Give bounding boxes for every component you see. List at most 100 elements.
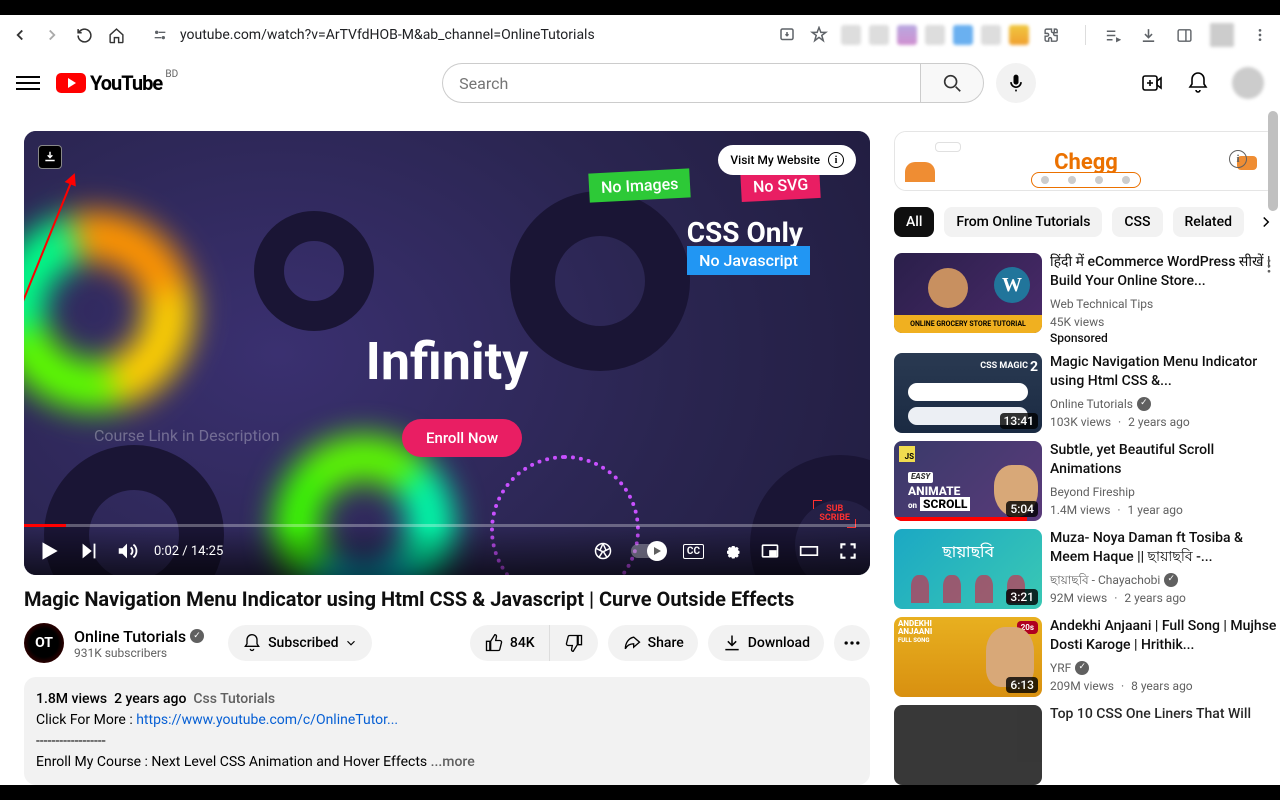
account-avatar[interactable] — [1232, 67, 1264, 99]
volume-button[interactable] — [116, 540, 138, 562]
site-settings-icon[interactable] — [150, 25, 170, 45]
extensions-icon[interactable] — [1041, 25, 1061, 45]
sidepanel-icon[interactable] — [1174, 25, 1194, 45]
video-thumbnail[interactable]: ছায়াছবি 3:21 — [894, 529, 1042, 609]
extension-icon[interactable] — [1009, 25, 1029, 45]
aperture-icon[interactable] — [593, 541, 613, 561]
share-button[interactable]: Share — [608, 625, 698, 661]
channel-avatar[interactable]: OT — [24, 623, 64, 663]
captions-button[interactable]: CC — [683, 544, 704, 559]
more-actions-button[interactable] — [834, 625, 870, 661]
related-channel: YRF✓ — [1050, 659, 1278, 677]
related-video[interactable]: JS EASYANIMATEon SCROLL 5:04 Subtle, yet… — [894, 441, 1278, 521]
extension-icon[interactable] — [925, 25, 945, 45]
extension-icon[interactable] — [869, 25, 889, 45]
youtube-logo[interactable]: YouTube BD — [56, 71, 162, 95]
create-icon[interactable] — [1140, 71, 1164, 95]
extension-icon[interactable] — [981, 25, 1001, 45]
related-title: हिंदी में eCommerce WordPress सीखें | Bu… — [1050, 253, 1278, 291]
search-input[interactable] — [442, 63, 920, 103]
profile-avatar[interactable] — [1210, 23, 1234, 47]
extension-icon[interactable] — [953, 25, 973, 45]
progress-bar[interactable] — [24, 524, 870, 527]
theater-button[interactable] — [798, 541, 820, 561]
overlay-title: Infinity — [366, 331, 529, 392]
thumbs-down-icon — [564, 633, 584, 653]
autoplay-toggle[interactable] — [631, 544, 665, 558]
like-button[interactable]: 84K — [470, 625, 550, 661]
yt-header: YouTube BD — [0, 55, 1280, 111]
related-title: Magic Navigation Menu Indicator using Ht… — [1050, 353, 1278, 391]
related-title: Andekhi Anjaani | Full Song | Mujhse Dos… — [1050, 617, 1278, 655]
download-button[interactable]: Download — [708, 625, 824, 661]
verified-icon: ✓ — [1137, 397, 1151, 411]
subscribed-button[interactable]: Subscribed — [228, 625, 372, 661]
related-channel: Web Technical Tips — [1050, 295, 1278, 313]
share-icon — [622, 633, 642, 653]
video-thumbnail[interactable]: W ONLINE GROCERY STORE TUTORIAL — [894, 253, 1042, 333]
video-thumbnail[interactable]: JS EASYANIMATEon SCROLL 5:04 — [894, 441, 1042, 521]
miniplayer-button[interactable] — [760, 541, 780, 561]
extension-icon[interactable] — [841, 25, 861, 45]
extensions — [841, 25, 1029, 45]
channel-name[interactable]: Online Tutorials✓ — [74, 627, 204, 646]
related-video[interactable]: ছায়াছবি 3:21 Muza- Noya Daman ft Tosiba… — [894, 529, 1278, 609]
scrollbar[interactable] — [1266, 111, 1280, 785]
url-bar[interactable]: youtube.com/watch?v=ArTVfdHOB-M&ab_chann… — [138, 20, 728, 50]
downloads-icon[interactable] — [1138, 25, 1158, 45]
video-thumbnail[interactable] — [894, 705, 1042, 785]
show-more[interactable]: ...more — [431, 754, 475, 770]
subscriber-count: 931K subscribers — [74, 646, 204, 660]
next-button[interactable] — [78, 540, 100, 562]
video-player[interactable]: Infinity Course Link in Description Enro… — [24, 131, 870, 575]
video-thumbnail[interactable]: ANDEKHIANJAANIFULL SONG 20s 6:13 — [894, 617, 1042, 697]
download-overlay-icon[interactable] — [38, 145, 62, 169]
voice-search-button[interactable] — [996, 63, 1036, 103]
dislike-button[interactable] — [550, 625, 598, 661]
verified-icon: ✓ — [1075, 661, 1089, 675]
search-button[interactable] — [920, 63, 984, 103]
chip-related[interactable]: Related — [1173, 207, 1244, 237]
overlay-subscribe-badge: SUBSCRIBE — [819, 505, 850, 523]
description-box[interactable]: 1.8M views 2 years ago Css Tutorials Cli… — [24, 677, 870, 785]
forward-button[interactable] — [42, 25, 62, 45]
menu-icon[interactable] — [1250, 25, 1270, 45]
media-icon[interactable] — [1102, 25, 1122, 45]
notifications-icon[interactable] — [1186, 71, 1210, 95]
bookmark-icon[interactable] — [809, 25, 829, 45]
sponsor-ad-box[interactable]: Chegg i Chegg Chegg Study Sponsored · ch… — [894, 131, 1278, 191]
description-link[interactable]: https://www.youtube.com/c/OnlineTutor... — [136, 712, 398, 728]
related-video[interactable]: CSS MAGIC 2 13:41 Magic Navigation Menu … — [894, 353, 1278, 433]
related-video[interactable]: Top 10 CSS One Liners That Will — [894, 705, 1278, 785]
extension-icon[interactable] — [897, 25, 917, 45]
download-icon — [722, 633, 742, 653]
url-text: youtube.com/watch?v=ArTVfdHOB-M&ab_chann… — [180, 27, 595, 43]
ad-info-icon[interactable]: i — [1229, 150, 1247, 168]
related-video[interactable]: W ONLINE GROCERY STORE TUTORIAL हिंदी मे… — [894, 253, 1278, 345]
info-icon: i — [828, 152, 844, 168]
overlay-badge: No Javascript — [687, 246, 810, 275]
video-thumbnail[interactable]: CSS MAGIC 2 13:41 — [894, 353, 1042, 433]
settings-button[interactable] — [722, 541, 742, 561]
install-app-icon[interactable] — [777, 25, 797, 45]
play-button[interactable] — [36, 538, 62, 564]
fullscreen-button[interactable] — [838, 541, 858, 561]
chevron-down-icon — [344, 636, 358, 650]
ad-banner: Chegg i — [895, 132, 1277, 191]
related-channel: Online Tutorials✓ — [1050, 395, 1278, 413]
browser-toolbar: youtube.com/watch?v=ArTVfdHOB-M&ab_chann… — [0, 15, 1280, 55]
overlay-badge: No Images — [588, 168, 691, 202]
home-button[interactable] — [106, 25, 126, 45]
chip-css[interactable]: CSS — [1112, 207, 1162, 237]
overlay-enroll: Enroll Now — [402, 419, 522, 457]
verified-icon: ✓ — [1164, 573, 1178, 587]
related-title: Subtle, yet Beautiful Scroll Animations — [1050, 441, 1278, 479]
related-video[interactable]: ANDEKHIANJAANIFULL SONG 20s 6:13 Andekhi… — [894, 617, 1278, 697]
video-meta-row: OT Online Tutorials✓ 931K subscribers Su… — [24, 623, 870, 663]
reload-button[interactable] — [74, 25, 94, 45]
visit-website-button[interactable]: Visit My Websitei — [718, 145, 856, 175]
chip-channel[interactable]: From Online Tutorials — [944, 207, 1102, 237]
hamburger-icon[interactable] — [16, 71, 40, 95]
chip-all[interactable]: All — [894, 207, 934, 237]
back-button[interactable] — [10, 25, 30, 45]
